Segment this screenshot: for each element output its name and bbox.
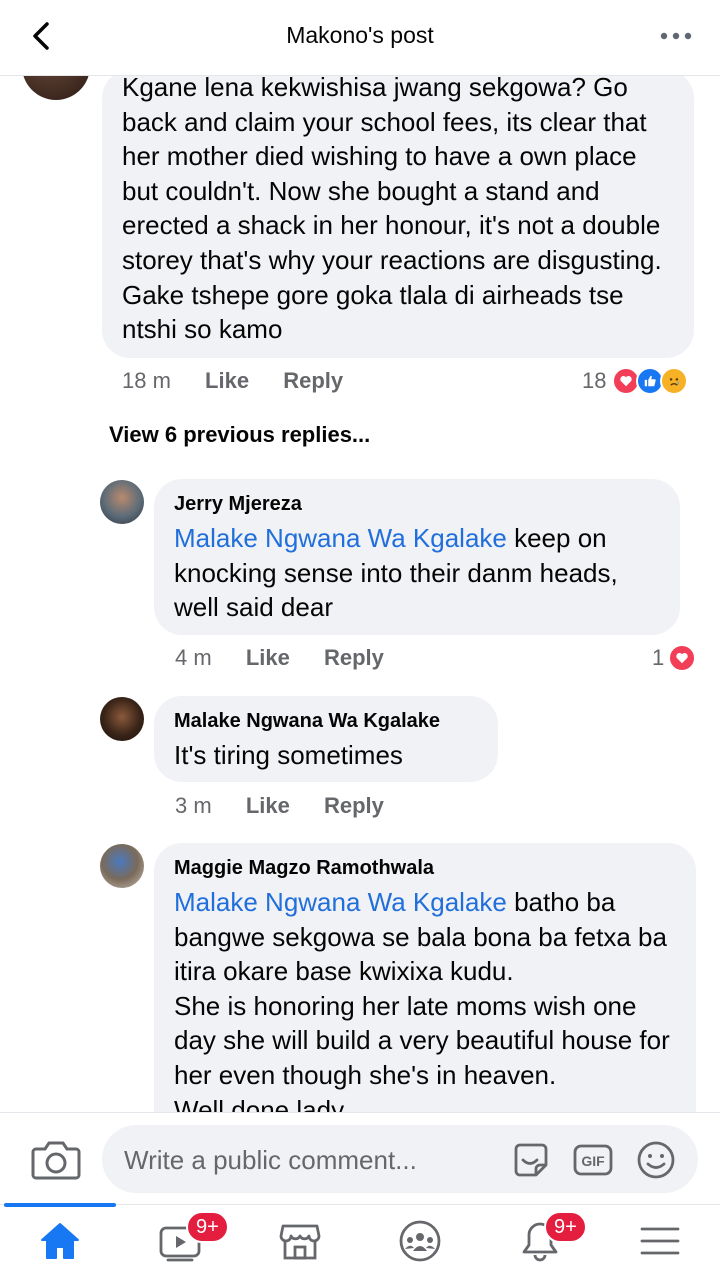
comment-composer: Write a public comment... GIF bbox=[0, 1112, 720, 1204]
tab-groups[interactable] bbox=[360, 1205, 480, 1280]
commenter-name[interactable]: Maggie Magzo Ramothwala bbox=[174, 855, 676, 881]
notification-badge: 9+ bbox=[544, 1211, 587, 1243]
top-bar: Makono's post bbox=[0, 0, 720, 76]
tab-marketplace[interactable] bbox=[240, 1205, 360, 1280]
comment-placeholder: Write a public comment... bbox=[124, 1145, 417, 1175]
reply-text: Malake Ngwana Wa Kgalake keep on knockin… bbox=[174, 521, 660, 625]
emoji-icon[interactable] bbox=[635, 1139, 677, 1181]
comment-text: Kgane lena kekwishisa jwang sekgowa? Go … bbox=[122, 76, 669, 345]
avatar[interactable] bbox=[100, 697, 144, 741]
reply-bubble: Jerry Mjereza Malake Ngwana Wa Kgalake k… bbox=[154, 479, 680, 635]
comment-input[interactable]: Write a public comment... GIF bbox=[102, 1125, 698, 1193]
reply-button[interactable]: Reply bbox=[283, 368, 343, 393]
avatar[interactable] bbox=[100, 844, 144, 888]
comment-bubble: Kgane lena kekwishisa jwang sekgowa? Go … bbox=[102, 76, 694, 358]
gif-icon[interactable]: GIF bbox=[572, 1139, 614, 1181]
avatar[interactable] bbox=[100, 480, 144, 524]
mention-link[interactable]: Malake Ngwana Wa Kgalake bbox=[174, 887, 507, 917]
home-icon bbox=[41, 1223, 79, 1259]
active-tab-indicator bbox=[4, 1203, 116, 1207]
reaction-summary[interactable]: 1 bbox=[652, 643, 697, 673]
page-title: Makono's post bbox=[286, 22, 434, 48]
like-button[interactable]: Like bbox=[205, 368, 249, 393]
reaction-count: 18 bbox=[582, 368, 607, 393]
reply-time: 3 m bbox=[175, 793, 212, 818]
reply-time: 4 m bbox=[175, 645, 212, 670]
reply-bubble: Maggie Magzo Ramothwala Malake Ngwana Wa… bbox=[154, 843, 696, 1112]
notification-badge: 9+ bbox=[186, 1211, 229, 1243]
comment-meta: 18 m Like Reply bbox=[122, 368, 371, 394]
tab-menu[interactable] bbox=[600, 1205, 720, 1280]
comment-time: 18 m bbox=[122, 368, 171, 393]
comments-thread: Kgane lena kekwishisa jwang sekgowa? Go … bbox=[0, 76, 720, 1112]
tab-watch[interactable]: 9+ bbox=[120, 1205, 240, 1280]
reply-meta: 4 m Like Reply bbox=[175, 645, 412, 671]
mention-link[interactable]: Malake Ngwana Wa Kgalake bbox=[174, 523, 507, 553]
reply-meta: 3 m Like Reply bbox=[175, 793, 412, 819]
sticker-icon[interactable] bbox=[510, 1139, 552, 1181]
more-options-icon[interactable] bbox=[656, 18, 696, 54]
marketplace-icon bbox=[279, 1224, 321, 1260]
bottom-tab-bar: 9+ 9+ bbox=[0, 1203, 720, 1280]
reply-bubble: Malake Ngwana Wa Kgalake It's tiring som… bbox=[154, 696, 498, 782]
reaction-count: 1 bbox=[652, 645, 665, 670]
reply-text: It's tiring sometimes bbox=[174, 740, 403, 770]
reply-button[interactable]: Reply bbox=[324, 645, 384, 670]
tab-notifications[interactable]: 9+ bbox=[480, 1205, 600, 1280]
avatar[interactable] bbox=[22, 76, 90, 100]
like-button[interactable]: Like bbox=[246, 793, 290, 818]
svg-text:GIF: GIF bbox=[581, 1153, 605, 1169]
commenter-name[interactable]: Jerry Mjereza bbox=[174, 491, 660, 517]
love-icon bbox=[668, 644, 697, 672]
groups-icon bbox=[399, 1220, 441, 1262]
commenter-name[interactable]: Malake Ngwana Wa Kgalake bbox=[174, 708, 478, 734]
reply-button[interactable]: Reply bbox=[324, 793, 384, 818]
reply-body: batho ba bangwe sekgowa se bala bona ba … bbox=[174, 887, 670, 1112]
reply-text: Malake Ngwana Wa Kgalake batho ba bangwe… bbox=[174, 885, 676, 1112]
reaction-summary[interactable]: 18 bbox=[582, 366, 689, 396]
view-previous-replies[interactable]: View 6 previous replies... bbox=[109, 422, 370, 448]
tab-home[interactable] bbox=[0, 1203, 120, 1280]
camera-icon[interactable] bbox=[30, 1135, 82, 1183]
like-button[interactable]: Like bbox=[246, 645, 290, 670]
sad-icon bbox=[660, 367, 689, 395]
menu-icon bbox=[640, 1227, 680, 1255]
